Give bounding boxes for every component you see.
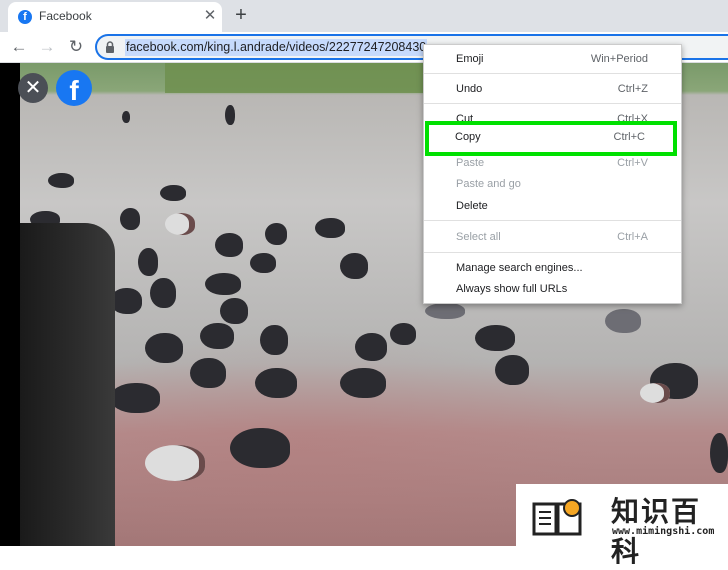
pigeon [225,105,235,125]
menu-item-shortcut: Ctrl+A [617,231,648,243]
menu-separator [424,103,681,104]
pigeon [150,278,176,308]
pigeon [475,325,515,351]
lamp-pole [20,223,115,546]
pigeon [640,383,670,403]
pigeon [122,111,130,123]
pigeon [200,323,234,349]
pigeon [145,333,183,363]
url-text[interactable]: facebook.com/king.l.andrade/videos/22277… [125,39,428,56]
menu-item-label: Undo [456,83,483,95]
menu-item-show-full-urls[interactable]: Always show full URLs [424,279,681,300]
context-menu: Emoji Win+Period Undo Ctrl+Z Cut Ctrl+X … [423,44,682,304]
pigeon [205,273,241,295]
menu-item-copy[interactable]: Copy Ctrl+C [425,121,677,156]
pigeon [48,173,74,188]
tab-facebook[interactable]: f Facebook ✕ [8,2,222,32]
pigeon [230,428,290,468]
pigeon [138,248,158,276]
menu-item-label: Always show full URLs [456,283,568,295]
new-tab-button[interactable]: + [230,4,252,26]
reload-button[interactable]: ↻ [66,37,86,57]
menu-item-label: Paste and go [456,178,521,190]
menu-item-label: Paste [456,157,485,169]
pigeon [255,368,297,398]
menu-item-shortcut: Win+Period [590,53,648,65]
facebook-logo-icon[interactable]: f [56,70,92,106]
menu-item-shortcut: Ctrl+C [613,131,645,143]
menu-item-label: Delete [456,200,488,212]
grass-strip [165,63,455,93]
pigeon [340,253,368,279]
watermark: 知识百科 www.mimingshi.com [516,484,728,568]
pigeon [220,298,248,324]
pigeon [390,323,416,345]
lock-icon[interactable] [103,40,117,54]
pigeon [110,383,160,413]
pigeon [165,213,195,235]
menu-item-manage-search-engines[interactable]: Manage search engines... [424,258,681,279]
pigeon [710,433,728,473]
pigeon [315,218,345,238]
pigeon [250,253,276,273]
pigeon [190,358,226,388]
menu-item-delete[interactable]: Delete [424,196,681,217]
menu-item-label: Emoji [456,53,484,65]
book-lightbulb-logo-icon [532,499,582,536]
pigeon [260,325,288,355]
pigeon [340,368,386,398]
tab-title: Facebook [39,9,92,23]
forward-button[interactable]: → [37,37,57,57]
pigeon [265,223,287,245]
tab-strip: f Facebook ✕ + [0,0,728,32]
pigeon [425,303,465,319]
back-button[interactable]: ← [9,37,29,57]
pigeon [355,333,387,361]
pigeon [120,208,140,230]
watermark-url: www.mimingshi.com [612,526,715,537]
pigeon [495,355,529,385]
menu-item-undo[interactable]: Undo Ctrl+Z [424,79,681,100]
menu-item-select-all[interactable]: Select all Ctrl+A [424,227,681,248]
menu-item-paste[interactable]: Paste Ctrl+V [424,153,681,174]
menu-item-label: Select all [456,231,501,243]
menu-separator [424,252,681,253]
pigeon [605,309,641,333]
menu-separator [424,220,681,221]
menu-item-shortcut: Ctrl+Z [617,83,648,95]
menu-item-paste-and-go[interactable]: Paste and go [424,174,681,195]
menu-item-label: Copy [455,131,481,143]
pigeon [215,233,243,257]
close-video-icon[interactable]: ✕ [18,73,48,103]
tab-close-icon[interactable]: ✕ [202,8,218,24]
menu-item-label: Manage search engines... [456,262,583,274]
pigeon [160,185,186,201]
menu-separator [424,73,681,74]
pigeon [145,445,205,481]
menu-item-shortcut: Ctrl+V [617,157,648,169]
facebook-favicon-icon: f [18,10,32,24]
menu-item-emoji[interactable]: Emoji Win+Period [424,49,681,70]
